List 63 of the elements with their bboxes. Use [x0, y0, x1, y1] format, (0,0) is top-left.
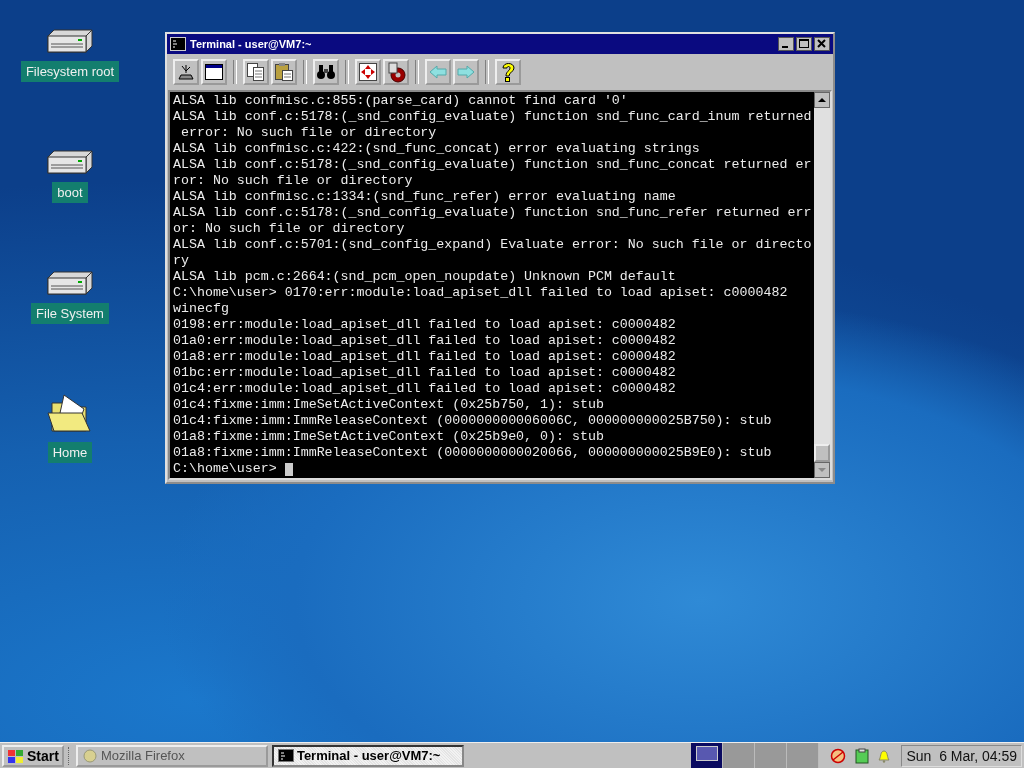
output-line: 01a8:fixme:imm:ImeSetActiveContext (0x25b9e0, 0): stub: [173, 429, 605, 445]
output-line: winecfg: [173, 301, 230, 317]
drive-icon[interactable]: [46, 270, 94, 296]
output-line: ALSA lib confmisc.c:855:(parse_card) cannot find card '0': [173, 93, 629, 109]
maximize-icon[interactable]: [796, 37, 812, 51]
drive-icon[interactable]: [46, 28, 94, 54]
close-icon[interactable]: [814, 37, 830, 51]
arrows-icon: [357, 61, 379, 83]
output-line: C:\home\user> 0170:err:module:load_apiset_dll failed to load apiset: c0000482: [173, 285, 789, 301]
speaker-muted-icon[interactable]: [829, 747, 848, 764]
icon-label[interactable]: Home: [47, 442, 93, 463]
icon-label[interactable]: File System: [31, 303, 109, 324]
scroll-up-icon[interactable]: [814, 92, 830, 108]
output-line: error: No such file or directory: [179, 125, 438, 141]
toolbar-button[interactable]: [201, 59, 227, 85]
text-cursor: [284, 462, 293, 476]
icon-label[interactable]: Filesystem root: [20, 61, 120, 82]
output-line: ALSA lib pcm.c:2664:(snd_pcm_open_noupdate) Unknown PCM default: [173, 269, 677, 285]
output-line: 01c4:err:module:load_apiset_dll failed to load apiset: c0000482: [173, 381, 677, 397]
window-thumbnail: [695, 745, 718, 761]
toolbar-button[interactable]: [271, 59, 297, 85]
output-line: 01a8:err:module:load_apiset_dll failed to load apiset: c0000482: [173, 349, 677, 365]
windows-flag-icon: [7, 747, 25, 764]
toolbar-button[interactable]: [313, 59, 339, 85]
toolbar-button[interactable]: [495, 59, 521, 85]
output-line: ALSA lib confmisc.c:1334:(snd_func_refer) error evaluating name: [173, 189, 677, 205]
toolbar-button[interactable]: [355, 59, 381, 85]
prompt-text: C:\home\user>: [173, 461, 277, 477]
minimize-icon[interactable]: [778, 37, 794, 51]
scrollbar[interactable]: [814, 92, 830, 478]
drive-icon[interactable]: [46, 149, 94, 175]
taskbar-button[interactable]: Mozilla Firefox: [75, 744, 268, 767]
window-icon: [203, 61, 225, 83]
icon-label[interactable]: boot: [52, 182, 88, 203]
clock: Sun 6 Mar, 04:59: [901, 744, 1022, 767]
output-line: 01bc:err:module:load_apiset_dll failed to load apiset: c0000482: [173, 365, 677, 381]
folder-icon[interactable]: [46, 391, 94, 435]
output-line: or: No such file or directory: [173, 221, 406, 237]
output-line: 01c4:fixme:imm:ImeSetActiveContext (0x25b750, 1): stub: [173, 397, 605, 413]
output-line: ALSA lib conf.c:5178:(_snd_config_evaluate) function snd_func_card_inum returned: [173, 109, 811, 125]
window-title: Terminal - user@VM7:~: [190, 38, 313, 50]
workspace-button[interactable]: [691, 742, 724, 768]
toolbar-button[interactable]: [243, 59, 269, 85]
output-line: ALSA lib confmisc.c:422:(snd_func_concat) error evaluating strings: [173, 141, 701, 157]
clipboard-icon[interactable]: [853, 747, 872, 764]
output-line: ALSA lib conf.c:5178:(_snd_config_evaluate) function snd_func_concat returned er: [173, 157, 811, 173]
output-line: 0198:err:module:load_apiset_dll failed to load apiset: c0000482: [173, 317, 677, 333]
output-line: 01a8:fixme:imm:ImmReleaseContext (0000000000020066, 000000000025B9E0): stub: [173, 445, 773, 461]
scroll-down-icon[interactable]: [814, 462, 830, 478]
bell-icon[interactable]: [877, 748, 892, 763]
output-line: 01c4:fixme:imm:ImmReleaseContext (000000000006006C, 000000000025B750): stub: [173, 413, 773, 429]
terminal-icon: [170, 37, 186, 51]
scroll-thumb[interactable]: [814, 444, 830, 462]
output-line: ALSA lib conf.c:5178:(_snd_config_evaluate) function snd_func_refer returned err: [173, 205, 811, 221]
start-button[interactable]: Start: [2, 744, 64, 767]
copy-icon: [245, 61, 267, 83]
terminal-icon: [277, 747, 294, 764]
output-line: ALSA lib conf.c:5701:(snd_config_expand) Evaluate error: No such file or directo: [173, 237, 811, 253]
output-line: 01a0:err:module:load_apiset_dll failed to load apiset: c0000482: [173, 333, 677, 349]
taskbar-button[interactable]: Terminal - user@VM7:~: [271, 744, 464, 767]
output-line: ror: No such file or directory: [173, 173, 414, 189]
output-line: ry: [173, 253, 190, 269]
clipboard-icon: [273, 61, 295, 83]
